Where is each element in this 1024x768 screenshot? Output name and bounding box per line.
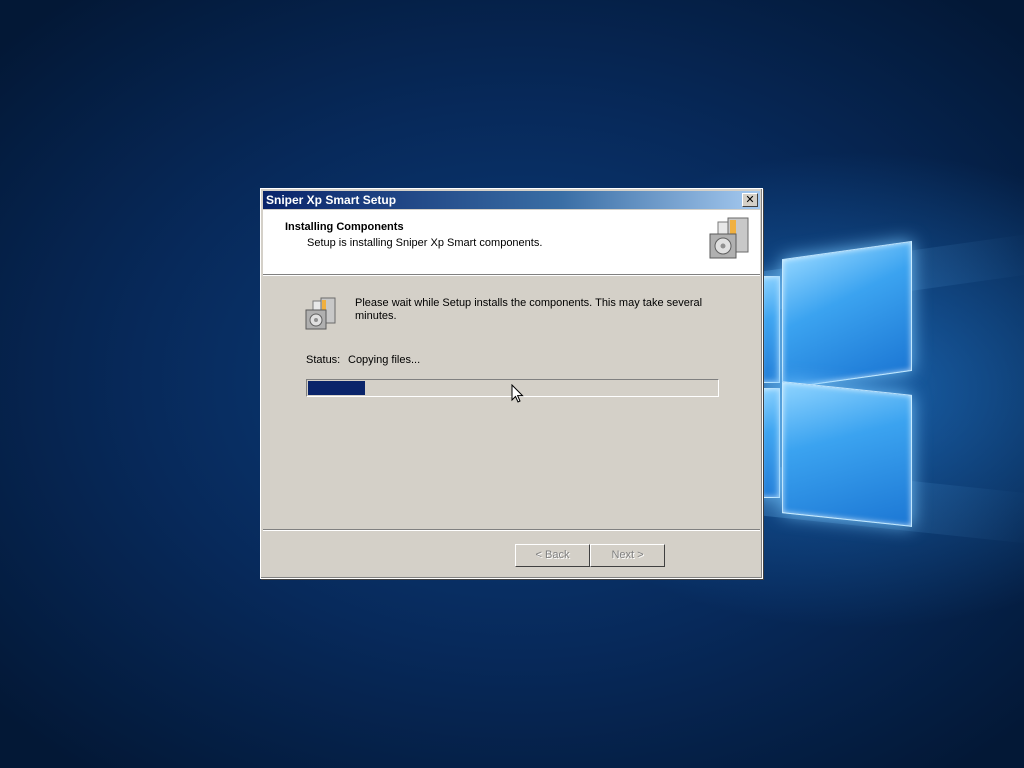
status-label: Status:	[306, 354, 341, 366]
close-button[interactable]: ✕	[742, 193, 758, 207]
mouse-cursor-icon	[511, 384, 524, 403]
install-message: Please wait while Setup installs the com…	[355, 297, 703, 322]
installer-box-icon	[709, 217, 749, 259]
title-bar[interactable]: Sniper Xp Smart Setup ✕	[263, 191, 760, 209]
page-subtitle: Setup is installing Sniper Xp Smart comp…	[307, 237, 543, 249]
logo-pane	[782, 240, 912, 390]
progress-fill	[308, 381, 365, 395]
header-separator	[263, 275, 760, 276]
installer-box-icon	[305, 297, 336, 330]
status-value: Copying files...	[348, 354, 421, 366]
back-button[interactable]: < Back	[515, 544, 590, 567]
footer-separator-highlight	[263, 530, 760, 531]
logo-pane	[760, 388, 780, 498]
logo-pane	[760, 276, 780, 383]
window-title: Sniper Xp Smart Setup	[266, 193, 397, 207]
next-button[interactable]: Next >	[590, 544, 665, 567]
logo-pane	[782, 381, 912, 527]
header-panel: Installing Components Setup is installin…	[263, 210, 760, 275]
windows-logo	[760, 236, 920, 536]
page-title: Installing Components	[285, 221, 404, 233]
